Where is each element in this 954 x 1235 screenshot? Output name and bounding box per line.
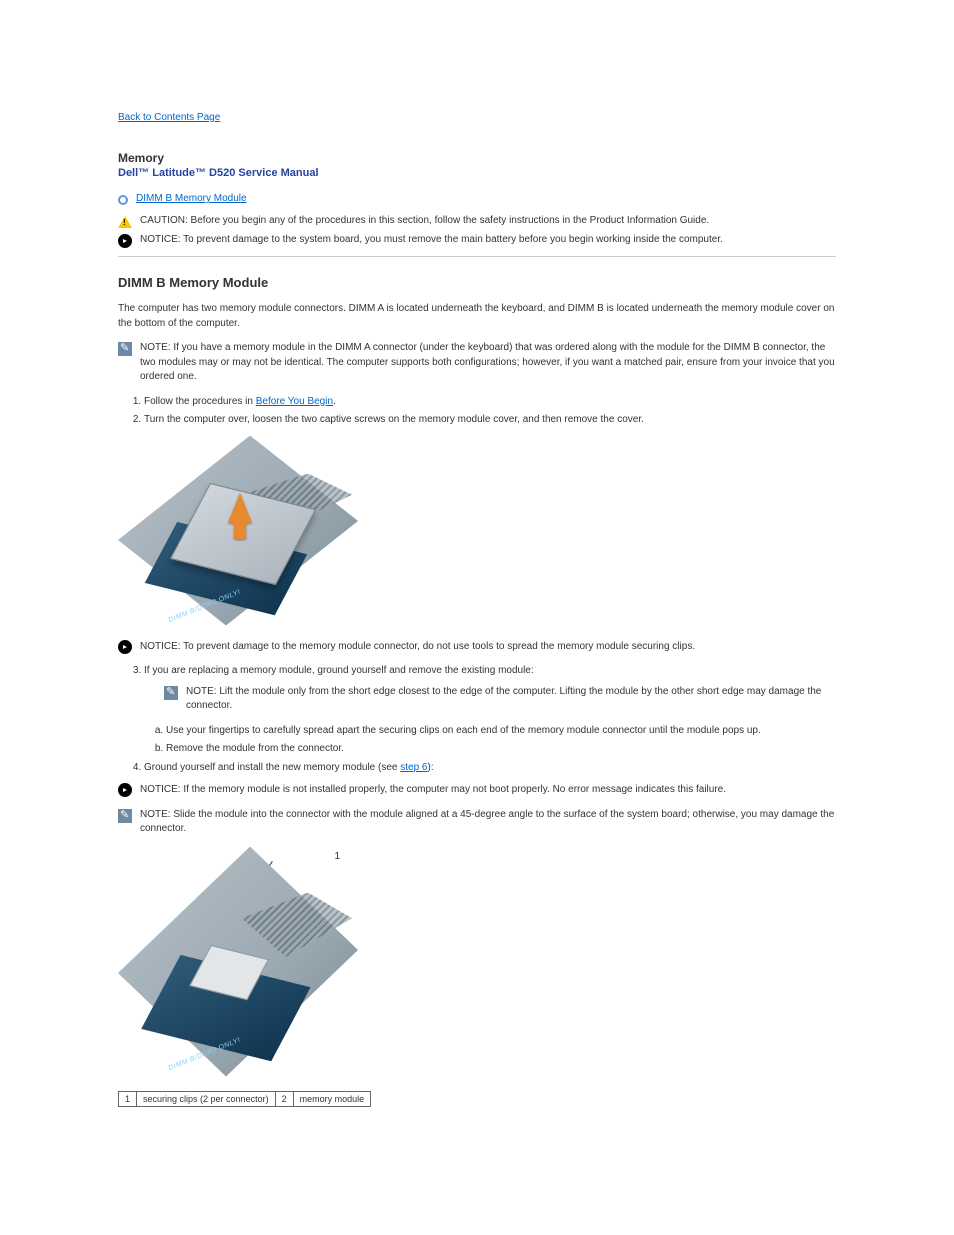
page-content: Back to Contents Page Memory Dell™ Latit… — [0, 0, 954, 1147]
dimm-b-heading: DIMM B Memory Module — [118, 275, 836, 290]
caution-text: CAUTION: Before you begin any of the pro… — [140, 215, 709, 226]
figure-remove-cover: DIMM B/DDR2 ONLY! — [118, 436, 358, 626]
cell-desc: memory module — [293, 1091, 371, 1106]
toc-link-text[interactable]: DIMM B Memory Module — [136, 193, 247, 204]
cell-desc: securing clips (2 per connector) — [137, 1091, 276, 1106]
notice-icon — [118, 234, 132, 248]
note-matched-pair-text: NOTE: If you have a memory module in the… — [140, 341, 836, 385]
bullet-icon — [118, 195, 128, 205]
table-row: 1 securing clips (2 per connector) 2 mem… — [119, 1091, 371, 1106]
step-2: Turn the computer over, loosen the two c… — [144, 413, 836, 428]
caution-icon — [118, 216, 132, 228]
note-icon — [164, 686, 178, 700]
page-title: Memory — [118, 151, 836, 165]
notice-block: NOTICE: To prevent damage to the system … — [118, 234, 836, 248]
note-45deg: NOTE: Slide the module into the connecto… — [118, 808, 836, 837]
steps-list-2: If you are replacing a memory module, gr… — [118, 664, 836, 775]
note-icon — [118, 342, 132, 356]
back-to-contents[interactable]: Back to Contents Page — [118, 112, 836, 123]
step-4: Ground yourself and install the new memo… — [144, 761, 836, 776]
back-link-text[interactable]: Back to Contents Page — [118, 112, 220, 123]
steps-list-1: Follow the procedures in Before You Begi… — [118, 395, 836, 428]
figure-remove-module: 1 DIMM B/DDR2 ONLY! — [118, 847, 358, 1077]
callout-table: 1 securing clips (2 per connector) 2 mem… — [118, 1091, 371, 1107]
notice-tools-text: NOTICE: To prevent damage to the memory … — [140, 640, 695, 655]
cell-num: 2 — [275, 1091, 293, 1106]
note-45deg-text: NOTE: Slide the module into the connecto… — [140, 808, 836, 837]
notice-icon — [118, 783, 132, 797]
notice-not-seated: NOTICE: If the memory module is not inst… — [118, 783, 836, 798]
step6-link[interactable]: step 6 — [400, 762, 427, 773]
note-matched-pair: NOTE: If you have a memory module in the… — [118, 341, 836, 385]
notice-text: NOTICE: To prevent damage to the system … — [140, 234, 723, 245]
step-3a: Use your fingertips to carefully spread … — [166, 724, 836, 739]
manual-subtitle: Dell™ Latitude™ D520 Service Manual — [118, 167, 836, 179]
notice-tools: NOTICE: To prevent damage to the memory … — [118, 640, 836, 655]
cell-num: 1 — [119, 1091, 137, 1106]
step-3b: Remove the module from the connector. — [166, 742, 836, 757]
note-icon — [118, 809, 132, 823]
step-3-substeps: Use your fingertips to carefully spread … — [144, 724, 836, 757]
divider — [118, 256, 836, 257]
notice-not-seated-text: NOTICE: If the memory module is not inst… — [140, 783, 726, 798]
intro-para: The computer has two memory module conne… — [118, 302, 836, 331]
note-lift: NOTE: Lift the module only from the shor… — [164, 685, 836, 714]
notice-icon — [118, 640, 132, 654]
toc-item[interactable]: DIMM B Memory Module — [118, 193, 836, 205]
note-lift-text: NOTE: Lift the module only from the shor… — [186, 685, 836, 714]
before-you-begin-link[interactable]: Before You Begin — [256, 396, 333, 407]
caution-block: CAUTION: Before you begin any of the pro… — [118, 215, 836, 228]
step-1: Follow the procedures in Before You Begi… — [144, 395, 836, 410]
arrow-up-icon — [228, 493, 252, 523]
step-3: If you are replacing a memory module, gr… — [144, 664, 836, 757]
toc-list: DIMM B Memory Module — [118, 193, 836, 205]
